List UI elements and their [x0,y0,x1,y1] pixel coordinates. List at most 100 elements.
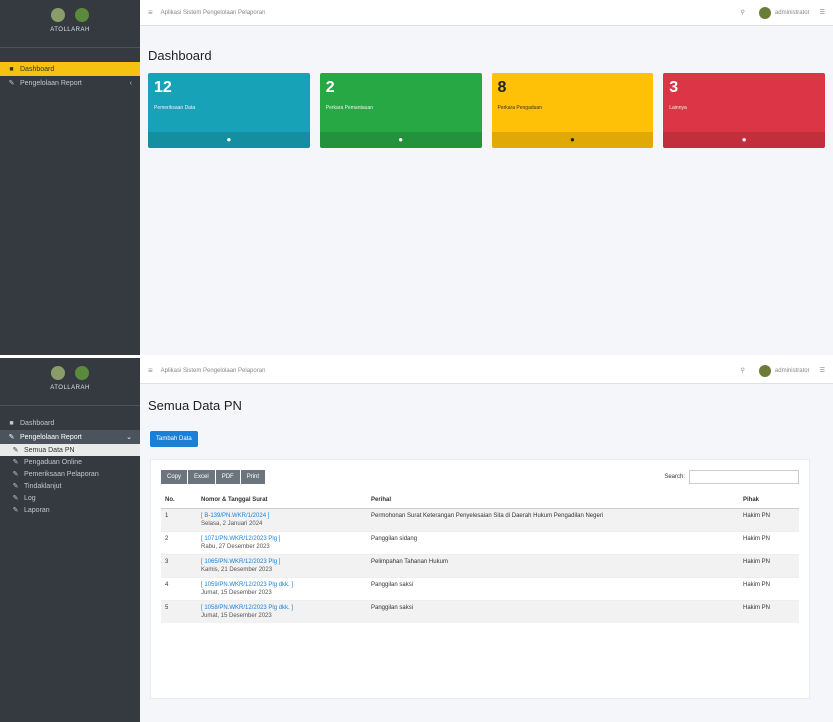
nav-tindaklanjut[interactable]: ✎ Tindaklanjut [0,480,140,492]
grid-menu-icon[interactable]: ☰ [820,367,825,374]
data-pn-screen: ATOLLARAH ■ Dashboard ✎ Pengelolaan Repo… [0,358,833,722]
more-info-link[interactable]: ● [148,132,310,148]
cell-perihal: Permohonan Surat Keterangan Penyelesaian… [367,508,739,532]
cell-pihak: Hakim PN [739,554,799,578]
cell-nomor: [ 1071/PN.WKR/12/2023 Plg ] Rabu, 27 Des… [197,531,367,555]
print-button[interactable]: Print [240,470,266,484]
court-logo [75,366,89,380]
nav-dashboard[interactable]: ■ Dashboard [0,416,140,430]
edit-icon: ✎ [12,446,19,454]
cell-nomor: [ 1059/PN.WKR/12/2023 Plg dkk. ] Jumat, … [197,577,367,601]
avatar[interactable] [758,6,771,19]
add-data-button[interactable]: Tambah Data [150,431,198,447]
search-label: Search: [664,474,685,480]
copy-button[interactable]: Copy [161,470,188,484]
letter-date: Jumat, 15 Desember 2023 [201,613,272,619]
cell-perihal: Panggilan saksi [367,600,739,623]
excel-button[interactable]: Excel [188,470,215,484]
wrench-icon: ✎ [8,79,15,87]
more-info-link[interactable]: ● [663,132,825,148]
search-icon[interactable]: ⚲ [741,367,745,374]
stat-box-pemantauan: 2 Perkara Pemantauan ● [319,73,482,148]
cell-perihal: Pelimpahan Tahanan Hukum [367,554,739,578]
nav-pemeriksaan-pelaporan[interactable]: ✎ Pemeriksaan Pelaporan [0,468,140,480]
sidebar: ATOLLARAH ■ Dashboard ✎ Pengelolaan Repo… [0,358,140,722]
search-icon[interactable]: ⚲ [741,9,745,16]
cell-no: 1 [161,508,197,532]
arrow-circle-icon: ● [741,135,747,144]
pdf-button[interactable]: PDF [215,470,240,484]
nav-pengaduan-online[interactable]: ✎ Pengaduan Online [0,456,140,468]
institution-logo [51,366,65,380]
sidebar: ATOLLARAH ■ Dashboard ✎ Pengelolaan Repo… [0,0,140,355]
court-logo [75,8,89,22]
menu-toggle-icon[interactable]: ≡ [148,8,153,17]
nav-label: Pengelolaan Report [20,79,82,87]
brand[interactable]: ATOLLARAH [0,0,140,48]
topbar-title: Aplikasi Sistem Pengelolaan Pelaporan [160,367,266,374]
user-name[interactable]: administrator [775,10,810,16]
edit-icon: ✎ [12,482,19,490]
nav-pengelolaan-report[interactable]: ✎ Pengelolaan Report ⌄ [0,430,140,444]
table-row: 5 [ 1058/PN.WKR/12/2023 Plg dkk. ] Jumat… [161,600,799,623]
cell-nomor: [ 1065/PN.WKR/12/2023 Plg ] Kamis, 21 De… [197,554,367,578]
arrow-circle-icon: ● [226,135,232,144]
topbar-title: Aplikasi Sistem Pengelolaan Pelaporan [160,9,266,16]
chevron-down-icon: ⌄ [126,434,132,441]
letter-date: Jumat, 15 Desember 2023 [201,590,272,596]
stat-value: 3 [669,79,679,96]
more-info-link[interactable]: ● [319,132,482,148]
stat-label: Pemeriksaan Data [154,105,196,111]
cell-no: 3 [161,554,197,578]
letter-number-link[interactable]: [ 1059/PN.WKR/12/2023 Plg dkk. ] [201,582,363,588]
letter-number-link[interactable]: [ 1058/PN.WKR/12/2023 Plg dkk. ] [201,605,363,611]
main-area: ≡ Aplikasi Sistem Pengelolaan Pelaporan … [140,358,833,722]
nav-laporan[interactable]: ✎ Laporan [0,504,140,516]
edit-icon: ✎ [12,506,19,514]
chevron-left-icon: ‹ [129,79,132,87]
letter-date: Selasa, 2 Januari 2024 [201,521,263,527]
page-title: Semua Data PN [148,398,242,413]
column-header-perihal[interactable]: Perihal [367,492,739,509]
topbar: ≡ Aplikasi Sistem Pengelolaan Pelaporan … [140,358,833,384]
stat-value: 8 [497,79,507,96]
column-header-pihak[interactable]: Pihak [739,492,799,509]
stat-value: 2 [325,79,335,96]
stat-label: Perkara Pengaduan [497,105,542,111]
table-row: 3 [ 1065/PN.WKR/12/2023 Plg ] Kamis, 21 … [161,554,799,578]
search-input[interactable] [689,470,799,484]
wrench-icon: ✎ [8,433,15,441]
letter-number-link[interactable]: [ 1071/PN.WKR/12/2023 Plg ] [201,536,363,542]
nav-label: Semua Data PN [24,446,75,454]
letter-number-link[interactable]: [ B-139/PN.WKR/1/2024 ] [201,513,363,519]
edit-icon: ✎ [12,458,19,466]
arrow-circle-icon: ● [569,135,575,144]
column-header-no[interactable]: No. [161,492,197,509]
arrow-circle-icon: ● [398,135,404,144]
cell-nomor: [ 1058/PN.WKR/12/2023 Plg dkk. ] Jumat, … [197,600,367,623]
more-info-link[interactable]: ● [491,132,654,148]
letter-number-link[interactable]: [ 1065/PN.WKR/12/2023 Plg ] [201,559,363,565]
edit-icon: ✎ [12,470,19,478]
menu-toggle-icon[interactable]: ≡ [148,366,153,375]
main-area: ≡ Aplikasi Sistem Pengelolaan Pelaporan … [140,0,833,355]
table-toolbar: Copy Excel PDF Print Search: [161,470,799,484]
column-header-nomor[interactable]: Nomor & Tanggal Surat [197,492,367,509]
nav-label: Tindaklanjut [24,482,62,490]
table-header-row: No. Nomor & Tanggal Surat Perihal Pihak [161,492,799,509]
stat-box-pengaduan: 8 Perkara Pengaduan ● [491,73,654,148]
data-table: No. Nomor & Tanggal Surat Perihal Pihak … [161,492,799,623]
nav-pengelolaan-report[interactable]: ✎ Pengelolaan Report ‹ [0,76,140,90]
cell-perihal: Panggilan saksi [367,577,739,601]
user-name[interactable]: administrator [775,368,810,374]
stat-boxes: 12 Pemeriksaan Data ● 2 Perkara Pemantau… [148,73,825,148]
stat-label: Lainnya [669,105,687,111]
letter-date: Rabu, 27 Desember 2023 [201,544,270,550]
nav-dashboard[interactable]: ■ Dashboard [0,62,140,76]
nav-log[interactable]: ✎ Log [0,492,140,504]
brand[interactable]: ATOLLARAH [0,358,140,406]
avatar[interactable] [758,364,771,377]
table-search: Search: [664,470,799,484]
nav-semua-data-pn[interactable]: ✎ Semua Data PN [0,444,140,456]
grid-menu-icon[interactable]: ☰ [820,9,825,16]
